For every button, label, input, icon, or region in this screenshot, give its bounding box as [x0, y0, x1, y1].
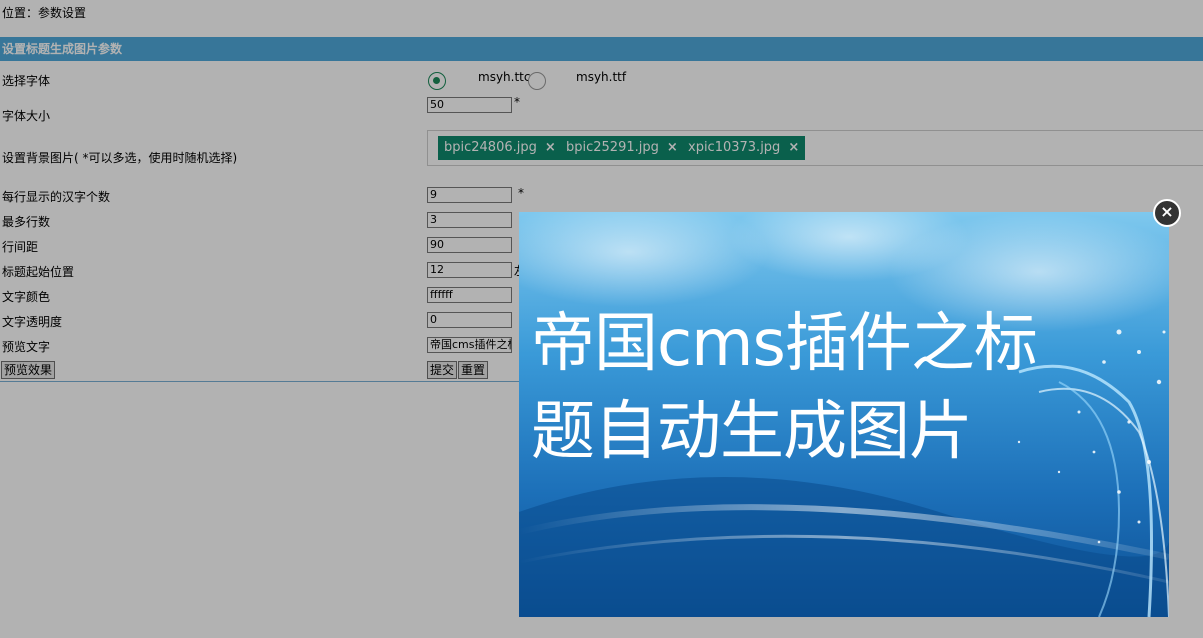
close-icon[interactable]: ×	[1153, 199, 1181, 227]
preview-image-text: 帝国cms插件之标题自动生成图片	[531, 307, 1038, 469]
settings-page: 位置：参数设置 设置标题生成图片参数 选择字体 msyh.ttc msyh.tt…	[0, 0, 1203, 638]
preview-modal: 帝国cms插件之标题自动生成图片	[519, 212, 1169, 617]
